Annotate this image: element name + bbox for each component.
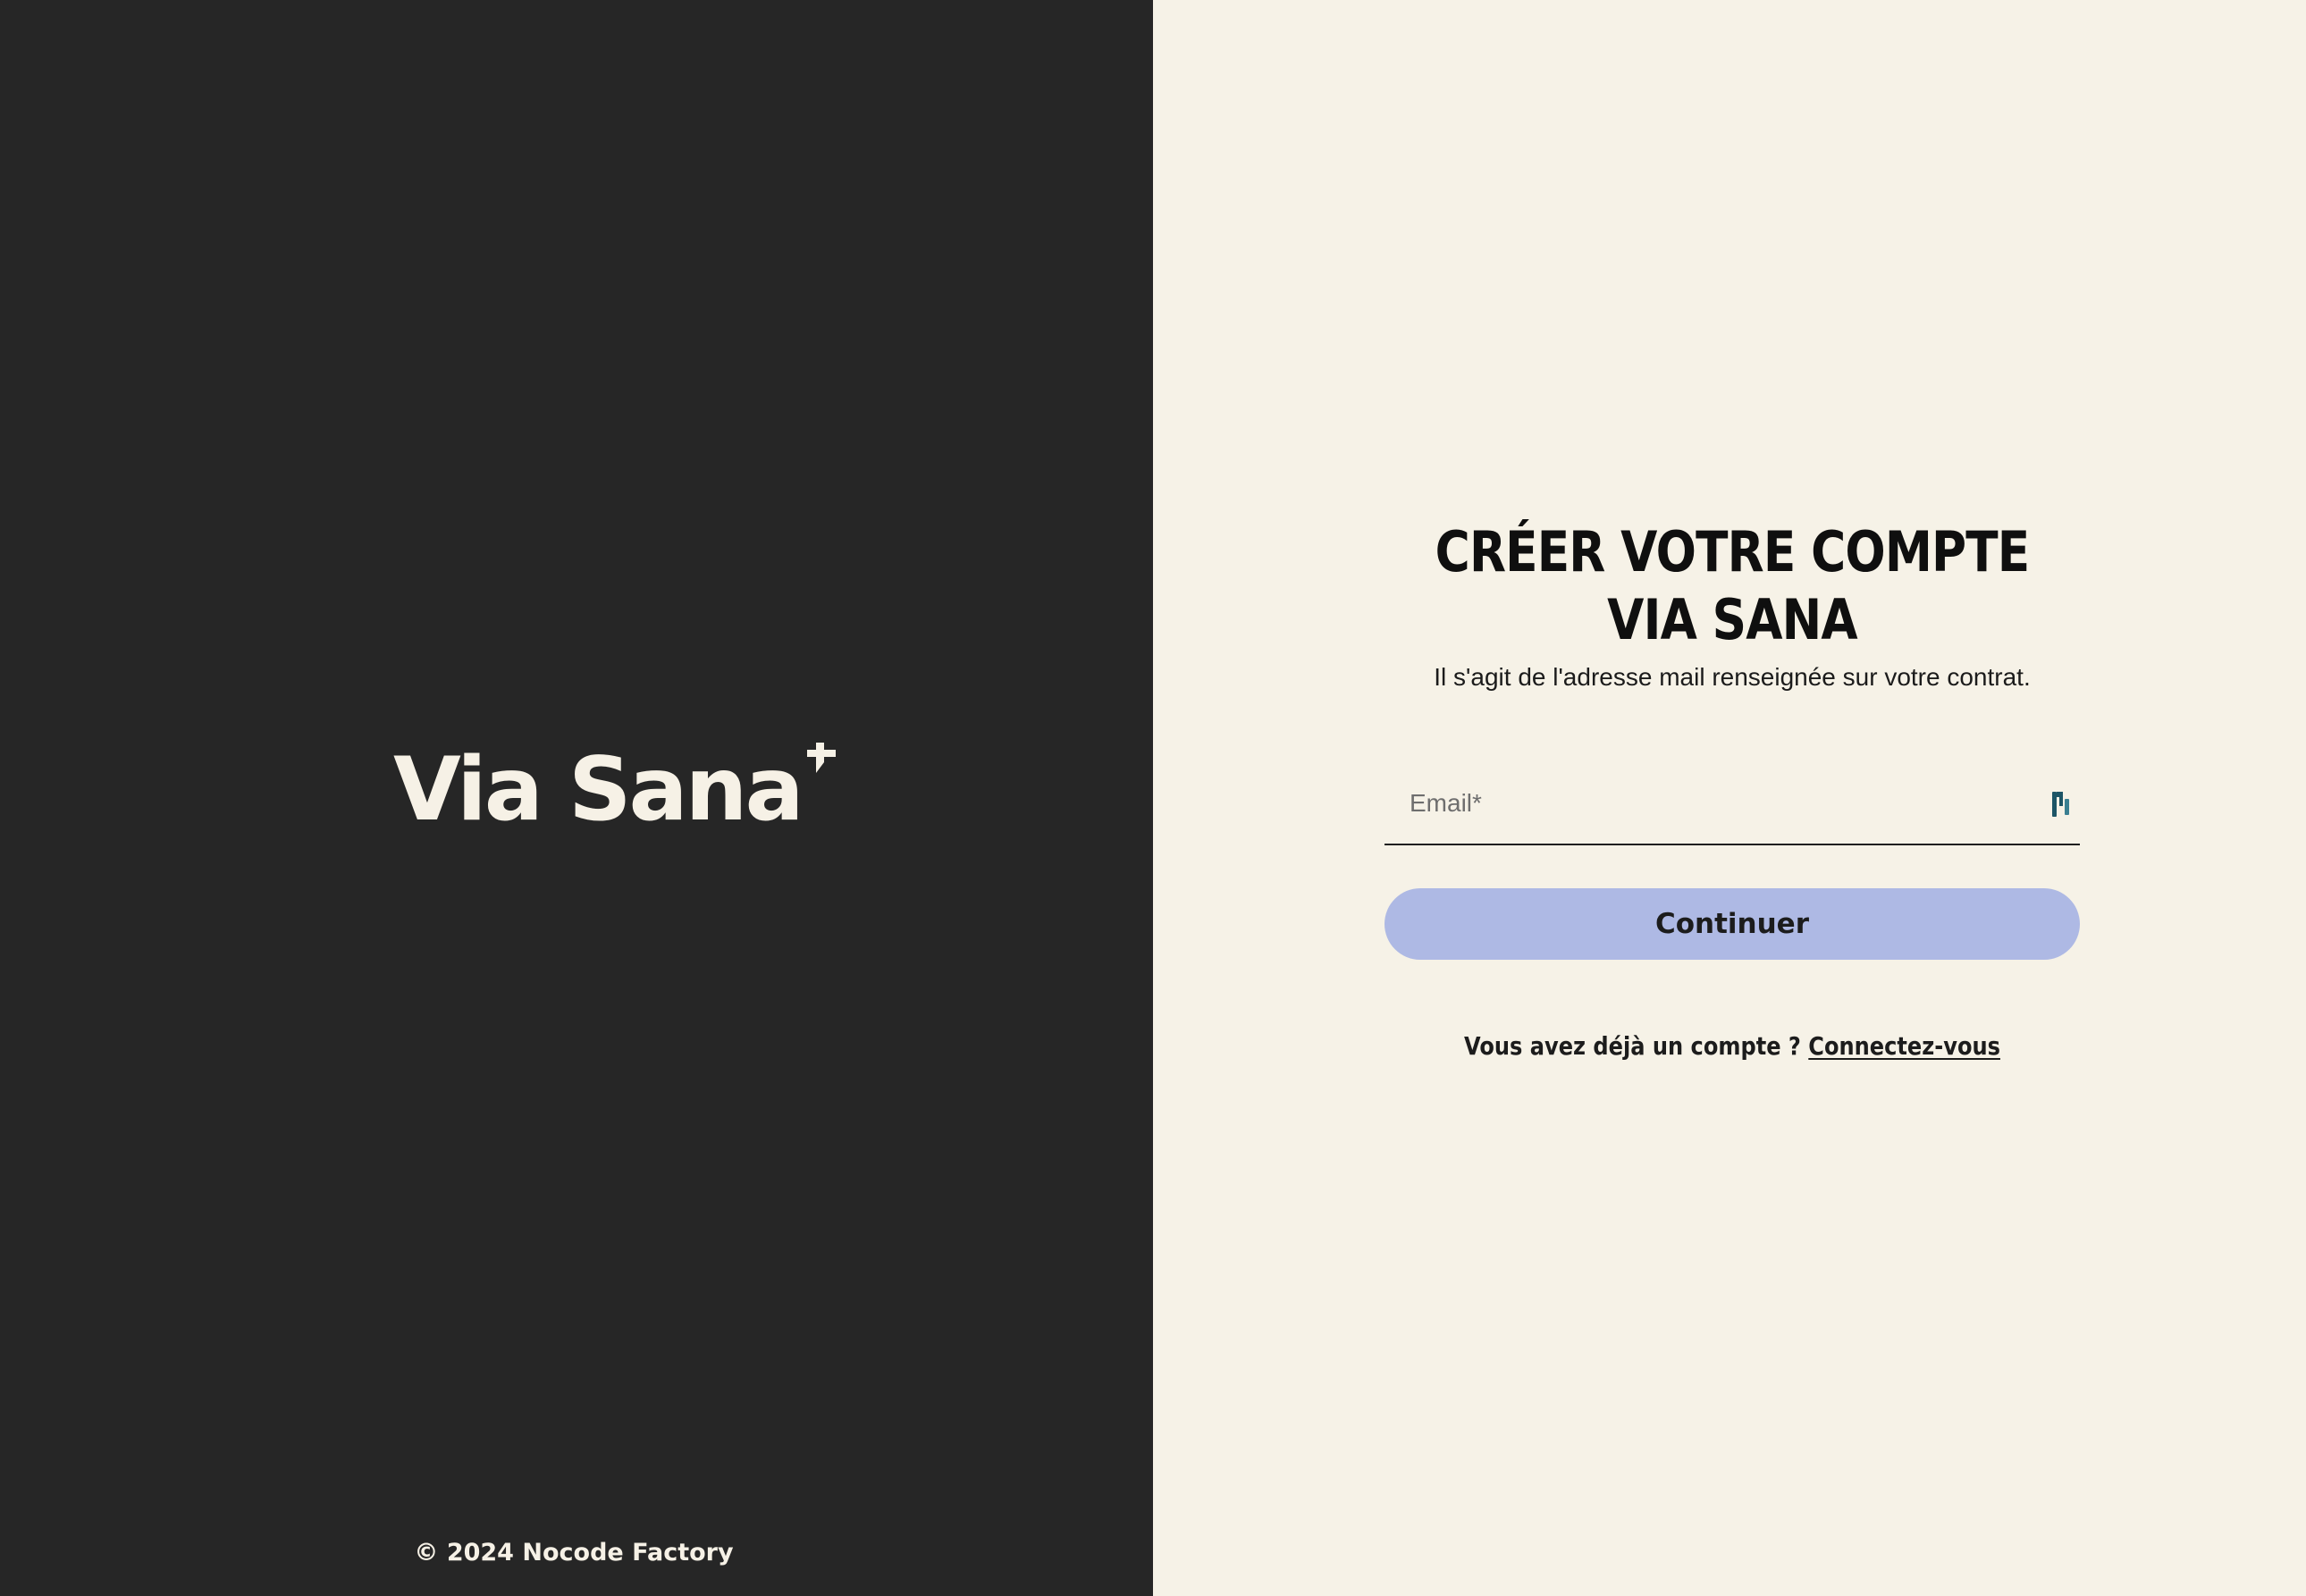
brand-panel: Via Sana © 2024 Nocode Factory [0,0,1153,1596]
page-title: CRÉER VOTRE COMPTE VIA SANA [1435,519,2031,652]
email-field-wrapper [1384,772,2080,845]
continue-button[interactable]: Continuer [1384,888,2080,960]
signup-panel: CRÉER VOTRE COMPTE VIA SANA Il s'agit de… [1153,0,2306,1596]
email-field[interactable] [1384,772,2080,835]
plus-mark-icon [806,743,836,773]
logo-wordmark: Via Sana [393,739,804,841]
login-link[interactable]: Connectez-vous [1808,1031,2000,1061]
login-prompt-line: Vous avez déjà un compte ? Connectez-vou… [1433,1031,2031,1061]
via-sana-logo: Via Sana [393,739,837,844]
page-subtitle: Il s'agit de l'adresse mail renseignée s… [1434,663,2031,691]
login-prompt-text: Vous avez déjà un compte ? [1464,1031,1801,1061]
signup-form: CRÉER VOTRE COMPTE VIA SANA Il s'agit de… [1384,518,2080,1061]
password-manager-icon[interactable] [2051,790,2071,819]
copyright-footer: © 2024 Nocode Factory [414,1539,734,1567]
